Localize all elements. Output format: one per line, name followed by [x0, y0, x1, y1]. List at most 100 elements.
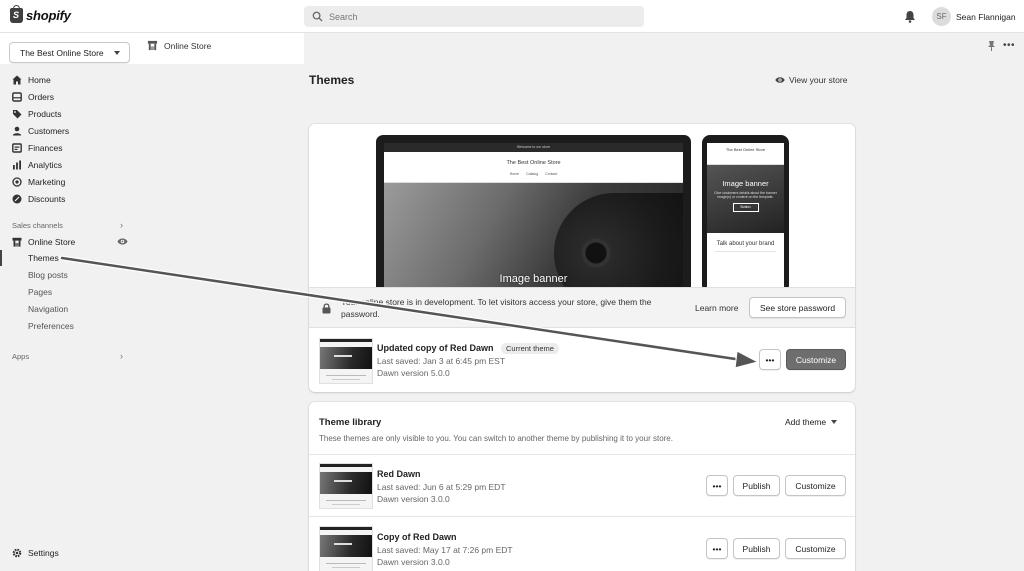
theme-thumbnail	[319, 526, 373, 571]
tag-icon	[13, 110, 22, 119]
current-theme-badge: Current theme	[501, 343, 559, 354]
theme-name: Red Dawn	[377, 469, 421, 479]
store-selector-label: The Best Online Store	[20, 47, 104, 58]
eye-icon[interactable]	[117, 236, 128, 247]
page-title: Themes	[309, 73, 355, 87]
phone-preview: The Best Online Store Image banner Give …	[702, 135, 789, 293]
sidebar-item-analytics[interactable]: Analytics	[12, 160, 62, 170]
publish-button[interactable]: Publish	[733, 475, 780, 496]
sidebar-sub-pages[interactable]: Pages	[28, 287, 52, 297]
chevron-right-icon[interactable]: ›	[120, 351, 123, 361]
sidebar-item-marketing[interactable]: Marketing	[12, 177, 65, 187]
sidebar-item-orders[interactable]: Orders	[12, 92, 54, 102]
target-icon	[12, 177, 22, 187]
sidebar: Home Orders Products Customers Finances …	[0, 64, 136, 571]
brand-name: shopify	[26, 8, 71, 23]
sidebar-item-customers[interactable]: Customers	[12, 126, 69, 136]
theme-thumbnail	[319, 338, 373, 384]
chevron-right-icon[interactable]: ›	[120, 220, 123, 230]
sidebar-item-home[interactable]: Home	[12, 75, 51, 85]
sidebar-sub-themes[interactable]: Themes	[28, 253, 59, 263]
discount-icon	[12, 194, 22, 204]
learn-more-link[interactable]: Learn more	[695, 303, 738, 313]
user-name[interactable]: Sean Flannigan	[956, 12, 1016, 22]
active-indicator	[0, 250, 2, 266]
theme-version: Dawn version 3.0.0	[377, 557, 450, 567]
phone-banner-sub: Give customers details about the banner …	[714, 191, 777, 199]
sidebar-item-products[interactable]: Products	[12, 109, 62, 119]
shopify-logo[interactable]: shopify	[10, 5, 71, 23]
search-placeholder: Search	[329, 11, 358, 22]
breadcrumb[interactable]: Online Store	[147, 40, 211, 51]
sidebar-sub-preferences[interactable]: Preferences	[28, 321, 74, 331]
store-selector[interactable]: The Best Online Store	[9, 42, 130, 63]
avatar[interactable]: SF	[932, 7, 951, 26]
home-icon	[12, 75, 22, 85]
sidebar-item-label: Online Store	[28, 237, 76, 247]
see-store-password-button[interactable]: See store password	[749, 297, 846, 318]
theme-name: Copy of Red Dawn	[377, 532, 457, 542]
dev-notice-text: Your online store is in development. To …	[341, 297, 652, 319]
phone-store-title: The Best Online Store	[707, 143, 784, 165]
search-input[interactable]: Search	[304, 6, 644, 27]
orders-icon	[12, 92, 22, 102]
caret-down-icon	[831, 420, 838, 424]
announcement-bar: Welcome to our store	[384, 143, 683, 152]
caret-down-icon	[114, 51, 120, 55]
publish-button[interactable]: Publish	[733, 538, 780, 559]
bar-chart-icon	[13, 160, 21, 170]
customize-button[interactable]: Customize	[786, 349, 846, 370]
preview-store-title: The Best Online Store	[506, 160, 561, 166]
theme-library-description: These themes are only visible to you. Yo…	[319, 434, 673, 443]
phone-screen: The Best Online Store Image banner Give …	[707, 143, 784, 293]
phone-brand-text: Talk about your brand	[716, 241, 775, 247]
sidebar-sub-blog-posts[interactable]: Blog posts	[28, 270, 68, 280]
finances-icon	[12, 143, 22, 153]
dev-notice: Your online store is in development. To …	[309, 287, 855, 328]
laptop-screen: Welcome to our store The Best Online Sto…	[384, 143, 683, 293]
sales-channels-label: Sales channels	[12, 221, 63, 230]
eye-icon	[775, 77, 785, 83]
current-theme-name: Updated copy of Red Dawn	[377, 343, 494, 353]
sidebar-item-label: Customers	[28, 126, 70, 136]
search-icon	[312, 11, 323, 22]
shopify-bag-icon	[10, 5, 23, 23]
theme-library-title: Theme library	[319, 417, 382, 428]
store-icon	[147, 40, 158, 51]
more-actions-button[interactable]: •••	[706, 475, 728, 496]
sidebar-item-discounts[interactable]: Discounts	[12, 194, 65, 204]
preview-header: The Best Online Store Home Catalog Conta…	[384, 152, 683, 183]
preview-nav: Home Catalog Contact	[509, 172, 558, 176]
customize-button[interactable]: Customize	[785, 538, 846, 559]
sidebar-sub-navigation[interactable]: Navigation	[28, 304, 68, 314]
breadcrumb-label: Online Store	[164, 40, 212, 51]
view-store-link[interactable]: View your store	[775, 75, 847, 85]
pin-icon[interactable]	[987, 41, 996, 51]
apps-label: Apps	[12, 352, 30, 361]
top-bar: shopify Search SF Sean Flannigan	[0, 0, 1024, 33]
bell-icon[interactable]	[904, 10, 916, 23]
theme-library-card: Theme library These themes are only visi…	[309, 402, 855, 571]
more-actions-button[interactable]: •••	[706, 538, 728, 559]
store-icon	[12, 237, 22, 247]
more-actions-button[interactable]: •••	[759, 349, 781, 370]
banner-label: Image banner	[499, 273, 568, 285]
phone-banner: Image banner Give customers details abou…	[707, 165, 784, 233]
sidebar-item-label: Orders	[28, 92, 54, 102]
sidebar-item-finances[interactable]: Finances	[12, 143, 63, 153]
theme-saved: Last saved: May 17 at 7:26 pm EDT	[377, 545, 513, 555]
person-icon	[12, 126, 22, 136]
sidebar-item-online-store[interactable]: Online Store	[12, 237, 75, 247]
sidebar-item-settings[interactable]: Settings	[12, 548, 59, 558]
phone-banner-title: Image banner	[722, 179, 769, 188]
customize-button[interactable]: Customize	[785, 475, 846, 496]
divider	[309, 516, 855, 517]
phone-banner-button: Button	[732, 203, 759, 212]
theme-version: Dawn version 3.0.0	[377, 494, 450, 504]
laptop-preview: Welcome to our store The Best Online Sto…	[376, 135, 691, 293]
add-theme-label: Add theme	[785, 417, 827, 427]
sidebar-item-label: Marketing	[28, 177, 66, 187]
current-theme-version: Dawn version 5.0.0	[377, 368, 450, 378]
more-options-icon[interactable]: •••	[1003, 40, 1015, 51]
add-theme-button[interactable]: Add theme	[785, 417, 838, 427]
